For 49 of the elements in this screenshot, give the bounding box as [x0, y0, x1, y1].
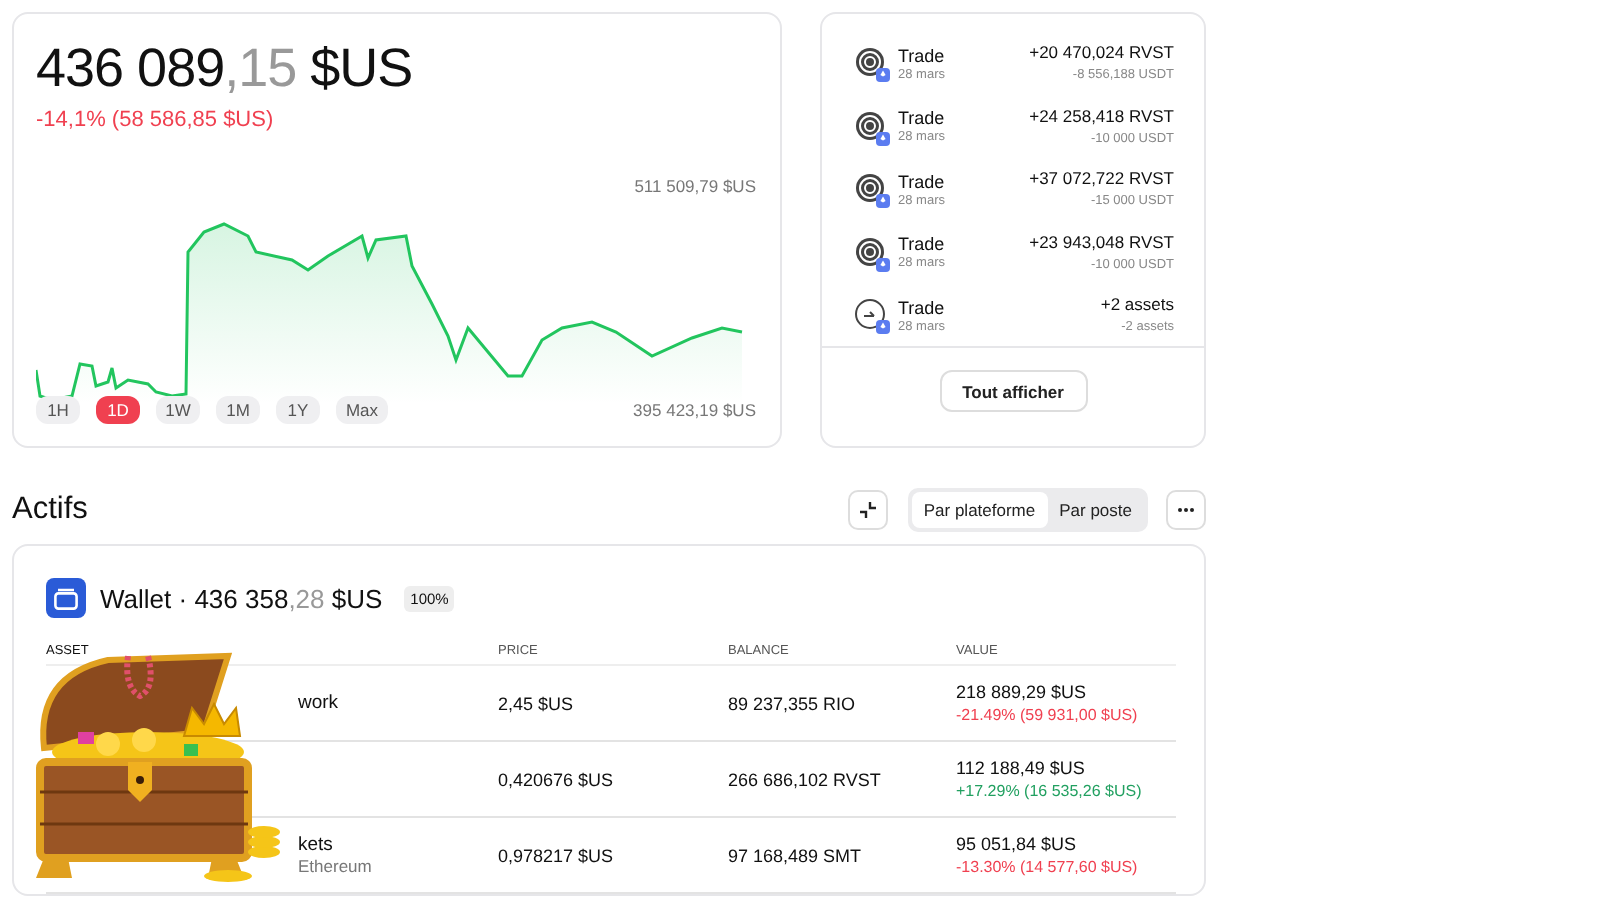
asset-price: 2,45 $US: [498, 693, 576, 713]
asset-network: Ethereum: [296, 856, 374, 876]
asset-price: 0,978217 $US: [498, 845, 616, 865]
received-amount: +2 assets: [1100, 294, 1174, 316]
wallet-icon: [46, 578, 86, 618]
time-range-tab[interactable]: 1M: [216, 396, 260, 424]
received-amount: +37 072,722 RVST: [1029, 168, 1174, 190]
view-toggle-tab[interactable]: Par plateforme: [911, 492, 1048, 528]
coin-badge-icon: [854, 109, 890, 145]
time-range-tab[interactable]: 1H: [36, 396, 80, 424]
received-amount: +20 470,024 RVST: [1029, 42, 1174, 64]
time-range-tab[interactable]: 1D: [96, 396, 140, 424]
received-amount: +23 943,048 RVST: [1029, 231, 1174, 253]
asset-name: work: [296, 692, 341, 714]
time-range-tab[interactable]: Max: [336, 396, 388, 424]
coin-badge-icon: [854, 235, 890, 271]
time-range-tab[interactable]: 1Y: [276, 396, 320, 424]
section-title: Actifs: [12, 492, 90, 528]
collapse-button[interactable]: [847, 490, 888, 530]
transaction-title: Trade: [898, 234, 947, 256]
asset-balance: 266 686,102 RVST: [728, 769, 883, 789]
asset-name: kets: [296, 834, 335, 856]
transaction-title: Trade: [898, 171, 947, 193]
time-range-tab[interactable]: 1W: [156, 396, 200, 424]
view-toggle-tab[interactable]: Par poste: [1047, 492, 1144, 528]
balance-change: -14,1% (58 586,85 $US): [36, 108, 274, 132]
value-change: -13.30% (14 577,60 $US): [956, 858, 1140, 876]
value-change: -21.49% (59 931,00 $US): [956, 706, 1140, 724]
asset-value: 95 051,84 $US: [956, 834, 1079, 854]
asset-value: 112 188,49 $US: [956, 758, 1087, 778]
value-change: +17.29% (16 535,26 $US): [956, 782, 1144, 800]
coin-badge-icon: [854, 172, 890, 208]
transaction-title: Trade: [898, 297, 947, 319]
wallet-total: Wallet · 436 358,28 $US: [100, 583, 383, 613]
chart-min-label: 395 423,19 $US: [633, 400, 756, 420]
asset-balance: 97 168,489 SMT: [728, 845, 864, 865]
transaction-title: Trade: [898, 45, 947, 67]
coin-badge-icon: [854, 46, 890, 82]
asset-balance: 89 237,355 RIO: [728, 693, 858, 713]
show-all-button[interactable]: Tout afficher: [939, 370, 1087, 412]
more-dots-icon: [1176, 506, 1196, 514]
chart-max-label: 511 509,79 $US: [634, 176, 756, 196]
received-amount: +24 258,418 RVST: [1029, 105, 1174, 127]
transaction-title: Trade: [898, 108, 947, 130]
portfolio-balance: 436 089,15 $US: [36, 38, 413, 98]
more-options-button[interactable]: [1166, 490, 1206, 530]
asset-price: 0,420676 $US: [498, 769, 616, 789]
asset-value: 218 889,29 $US: [956, 682, 1089, 702]
collapse-arrows-icon: [857, 500, 878, 520]
